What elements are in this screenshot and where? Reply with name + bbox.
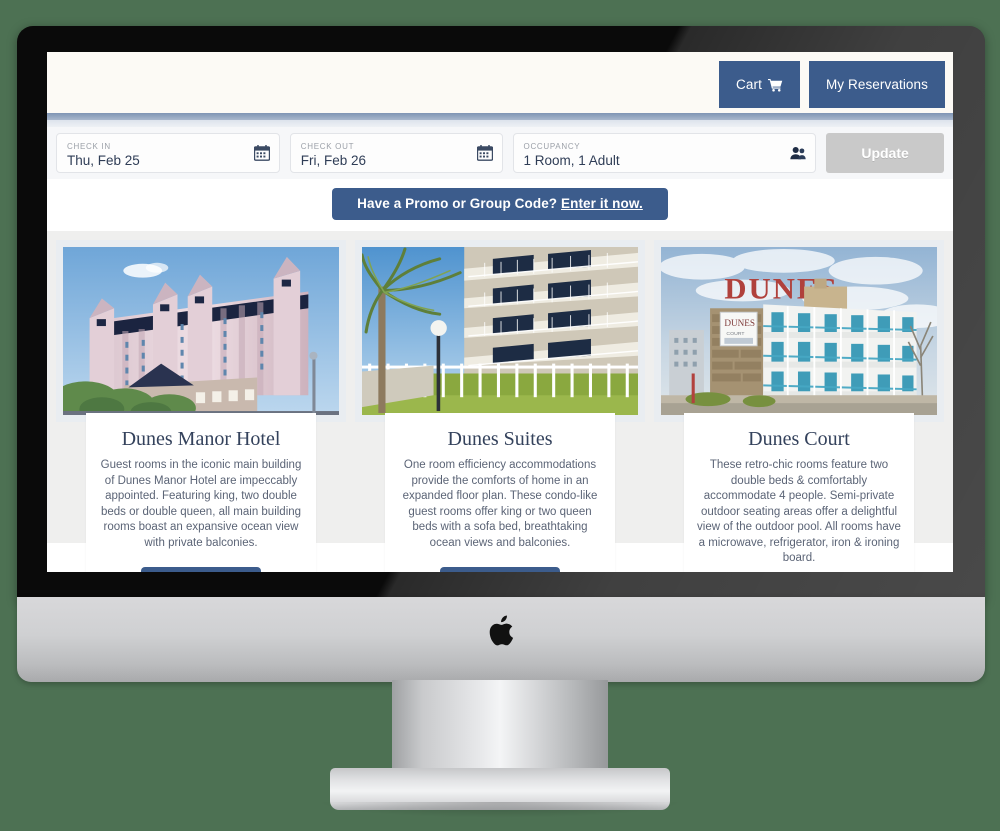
shopping-cart-icon [767,78,783,92]
my-reservations-label: My Reservations [825,77,928,92]
promo-strip: Have a Promo or Group Code? Enter it now… [47,179,953,231]
check-out-value: Fri, Feb 26 [300,153,367,168]
check-in-field[interactable]: CHECK IN Thu, Feb 25 [56,133,280,173]
check-in-value: Thu, Feb 25 [67,153,140,168]
property-title: Dunes Suites [447,428,553,450]
property-description: Guest rooms in the iconic main building … [100,459,302,549]
booking-search-bar: CHECK IN Thu, Feb 25 CHECK OUT Fri, Feb … [47,127,953,179]
property-card-panel: Dunes Suites One room efficiency accommo… [385,413,615,572]
dunes-manor-hotel-exterior-photo [56,240,346,422]
screen-viewport: Cart My Reservations CHECK IN Thu, Feb 2… [47,52,953,572]
photo-artwork [63,247,339,415]
promo-code-banner[interactable]: Have a Promo or Group Code? Enter it now… [332,188,668,220]
check-out-label: CHECK OUT [300,142,355,151]
property-description: These retro-chic rooms feature two doubl… [697,459,901,564]
property-card-panel: Dunes Manor Hotel Guest rooms in the ico… [86,413,316,572]
dunes-suites-balconies-photo [355,240,645,422]
screenshot-stage: Cart My Reservations CHECK IN Thu, Feb 2… [0,0,1000,831]
update-button[interactable]: Update [826,133,944,173]
header-accent-rule [47,113,953,120]
monitor-stand-foot [316,768,684,818]
site-header: Cart My Reservations [47,52,953,113]
view-rooms-button[interactable]: View Rooms [141,567,261,572]
people-icon [790,146,806,160]
property-card: DUNES DUNES COURT Dunes Court These retr… [654,240,944,572]
occupancy-field[interactable]: OCCUPANCY 1 Room, 1 Adult [512,133,817,173]
cart-button[interactable]: Cart [719,61,800,108]
check-in-label: CHECK IN [67,142,111,151]
property-description: One room efficiency accommodations provi… [402,459,598,549]
property-card-panel: Dunes Court These retro-chic rooms featu… [684,413,914,572]
monitor-chin [17,597,985,682]
property-cards-band: Dunes Manor Hotel Guest rooms in the ico… [47,231,953,572]
property-card: Dunes Manor Hotel Guest rooms in the ico… [56,240,346,572]
check-out-field[interactable]: CHECK OUT Fri, Feb 26 [289,133,503,173]
property-title: Dunes Manor Hotel [121,428,281,450]
occupancy-label: OCCUPANCY [523,142,581,151]
monitor-stand-neck [392,680,608,772]
promo-banner-text: Have a Promo or Group Code? [357,196,562,211]
promo-enter-link[interactable]: Enter it now. [561,196,643,211]
svg-text:COURT: COURT [726,331,744,337]
photo-artwork [362,247,638,415]
property-card: Dunes Suites One room efficiency accommo… [355,240,645,572]
occupancy-value: 1 Room, 1 Adult [523,153,620,168]
dunes-court-motel-sign-photo: DUNES DUNES COURT [654,240,944,422]
cart-button-label: Cart [736,77,762,92]
header-accent-rule-fade [47,120,953,127]
calendar-icon [253,145,270,161]
photo-artwork: DUNES DUNES COURT [661,247,937,415]
my-reservations-button[interactable]: My Reservations [808,61,945,108]
view-rooms-button[interactable]: View Rooms [440,567,560,572]
header-actions: Cart My Reservations [719,61,945,108]
apple-logo-icon [489,615,514,646]
calendar-icon [476,145,493,161]
property-title: Dunes Court [748,428,850,450]
dunes-court-sign-text: DUNES [724,318,755,328]
